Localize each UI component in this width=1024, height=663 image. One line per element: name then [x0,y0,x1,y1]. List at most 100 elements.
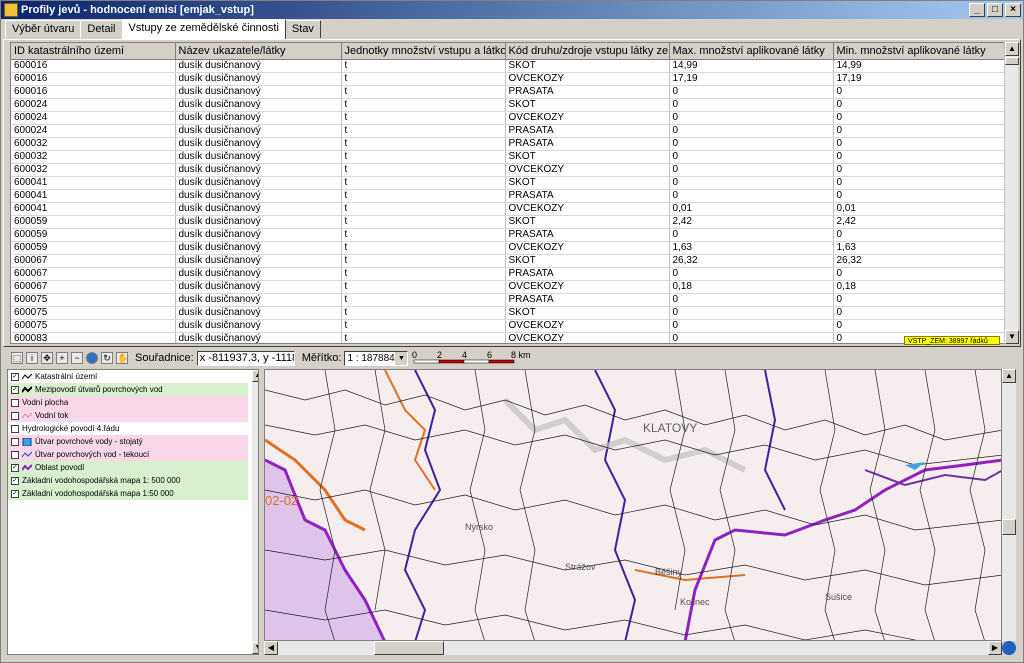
layer-label: Základní vodohospodářská mapa 1: 500 000 [22,476,181,485]
table-row[interactable]: 600041 dusík dusičnanový t OVCEKOZY 0,01 0,01 [11,202,1005,216]
map-vscroll-thumb[interactable] [1002,519,1016,535]
layer-checkbox[interactable]: ✓ [11,476,19,485]
table-row[interactable]: 600075 dusík dusičnanový t OVCEKOZY 0 0 [11,319,1005,333]
pan-move-icon[interactable]: ✥ [41,352,53,364]
grid-vertical-scrollbar[interactable]: ▲ ▼ [1004,42,1019,344]
data-grid[interactable]: ID katastrálního území Název ukazatele/l… [10,42,1006,344]
map-label-besiny: Běšiny [655,567,683,577]
table-row[interactable]: 600067 dusík dusičnanový t SKOT 26,32 26,32 [11,254,1005,268]
maximize-button[interactable]: □ [987,3,1003,17]
table-row[interactable]: 600024 dusík dusičnanový t OVCEKOZY 0 0 [11,111,1005,125]
table-row[interactable]: 600075 dusík dusičnanový t PRASATA 0 0 [11,293,1005,307]
table-row[interactable]: 600024 dusík dusičnanový t SKOT 0 0 [11,98,1005,112]
column-header-max[interactable]: Max. množství aplikované látky [669,43,834,60]
table-row[interactable]: 600083 dusík dusičnanový t OVCEKOZY 0 0 [11,332,1005,343]
info-tool-icon[interactable]: i [26,352,38,364]
layer-item[interactable]: ✓ Katastrální území [8,370,248,383]
chevron-down-icon[interactable]: ▼ [395,351,408,365]
select-tool-icon[interactable]: ⬚ [11,352,23,364]
layer-checkbox[interactable]: ✓ [11,372,19,381]
layer-checkbox[interactable] [11,450,19,459]
map-label-02-02: 02-02 [265,493,298,508]
table-row[interactable]: 600024 dusík dusičnanový t PRASATA 0 0 [11,124,1005,138]
app-window: Profily jevů - hodnocení emisí [emjak_vs… [0,0,1024,663]
layer-item[interactable]: Vodní tok [8,409,248,422]
table-cell: dusík dusičnanový [175,163,342,177]
layer-item[interactable]: Hydrologické povodí 4.řádu [8,422,248,435]
layer-checkbox[interactable] [11,424,19,433]
globe-icon[interactable] [1002,641,1016,655]
tab-detail[interactable]: Detail [80,20,123,38]
tab-stav[interactable]: Stav [284,20,321,38]
table-cell: SKOT [505,150,670,164]
scroll-down-arrow-icon[interactable]: ▼ [1005,330,1019,344]
tab-vyber-utvaru[interactable]: Výběr útvaru [5,20,82,38]
table-row[interactable]: 600067 dusík dusičnanový t PRASATA 0 0 [11,267,1005,281]
table-cell: 17,19 [669,72,834,86]
layer-checkbox[interactable] [11,411,19,420]
scroll-thumb[interactable] [1005,57,1019,65]
table-row[interactable]: 600059 dusík dusičnanový t SKOT 2,42 2,42 [11,215,1005,229]
table-row[interactable]: 600032 dusík dusičnanový t PRASATA 0 0 [11,137,1005,151]
hand-pan-icon[interactable]: ✋ [116,352,128,364]
map-hscroll-thumb[interactable] [374,641,444,655]
tab-vstupy-zemedelske[interactable]: Vstupy ze zemědělské činnosti [121,19,286,39]
column-header-nazev[interactable]: Název ukazatele/látky [175,43,342,60]
column-header-id[interactable]: ID katastrálního území [11,43,176,60]
map-view[interactable]: KLATOVY 02-02 Strážov Běšiny Kolinec Nýr… [264,369,1002,641]
globe-full-extent-icon[interactable] [86,352,98,364]
zoom-out-icon[interactable]: − [71,352,83,364]
table-cell: 600075 [11,293,176,307]
window-title: Profily jevů - hodnocení emisí [emjak_vs… [21,4,254,16]
layer-item[interactable]: ✓ Základní vodohospodářská mapa 1:50 000 [8,487,248,500]
scale-dropdown[interactable]: 1 : 187884 ▼ [344,350,409,366]
scale-value: 1 : 187884 [347,352,395,364]
column-header-kod[interactable]: Kód druhu/zdroje vstupu látky ze zem. [505,43,670,60]
scroll-up-arrow-icon[interactable]: ▲ [1005,42,1019,56]
map-canvas[interactable]: KLATOVY 02-02 Strážov Běšiny Kolinec Nýr… [265,370,1002,641]
layer-item[interactable]: Útvar povrchových vod - tekoucí [8,448,248,461]
zoom-in-icon[interactable]: + [56,352,68,364]
map-vertical-scrollbar[interactable]: ▲ [1002,369,1016,641]
table-row[interactable]: 600016 dusík dusičnanový t OVCEKOZY 17,19 17,… [11,72,1005,86]
table-row[interactable]: 600016 dusík dusičnanový t SKOT 14,99 14,99 [11,59,1005,73]
table-cell: dusík dusičnanový [175,319,342,333]
map-scroll-left-icon[interactable]: ◀ [264,641,278,655]
table-row[interactable]: 600075 dusík dusičnanový t SKOT 0 0 [11,306,1005,320]
table-row[interactable]: 600032 dusík dusičnanový t OVCEKOZY 0 0 [11,163,1005,177]
layer-item[interactable]: ✓ Oblast povodí [8,461,248,474]
table-row[interactable]: 600041 dusík dusičnanový t PRASATA 0 0 [11,189,1005,203]
table-cell: dusík dusičnanový [175,306,342,320]
layer-checkbox[interactable]: ✓ [11,489,19,498]
title-bar[interactable]: Profily jevů - hodnocení emisí [emjak_vs… [1,1,1023,19]
table-row[interactable]: 600041 dusík dusičnanový t SKOT 0 0 [11,176,1005,190]
map-scroll-up-icon[interactable]: ▲ [1002,369,1016,383]
layer-item[interactable]: ✓ Mezipovodí útvarů povrchových vod [8,383,248,396]
map-label-klatovy: KLATOVY [643,421,697,435]
close-button[interactable]: × [1005,3,1021,17]
layer-item[interactable]: ✓ Základní vodohospodářská mapa 1: 500 00… [8,474,248,487]
map-horizontal-scrollbar[interactable]: ◀ ▶ [264,641,1002,655]
column-header-min[interactable]: Min. množství aplikované látky [833,43,1005,60]
table-cell: 600041 [11,189,176,203]
legend-vertical-scrollbar[interactable]: ▲ ▼ [252,370,258,654]
legend-scroll-up-icon[interactable]: ▲ [252,370,258,382]
map-scroll-right-icon[interactable]: ▶ [988,641,1002,655]
table-row[interactable]: 600059 dusík dusičnanový t PRASATA 0 0 [11,228,1005,242]
layer-checkbox[interactable] [11,398,19,407]
minimize-button[interactable]: _ [969,3,985,17]
table-row[interactable]: 600032 dusík dusičnanový t SKOT 0 0 [11,150,1005,164]
layer-item[interactable]: Vodní plocha [8,396,248,409]
layer-checkbox[interactable]: ✓ [11,463,19,472]
layer-checkbox[interactable]: ✓ [11,385,19,394]
table-row[interactable]: 600067 dusík dusičnanový t OVCEKOZY 0,18 0,18 [11,280,1005,294]
table-row[interactable]: 600059 dusík dusičnanový t OVCEKOZY 1,63 1,63 [11,241,1005,255]
refresh-icon[interactable]: ↻ [101,352,113,364]
table-cell: t [341,137,506,151]
table-row[interactable]: 600016 dusík dusičnanový t PRASATA 0 0 [11,85,1005,99]
column-header-jednotky[interactable]: Jednotky množství vstupu a látkového [341,43,506,60]
layer-checkbox[interactable] [11,437,19,446]
table-cell: t [341,124,506,138]
legend-scroll-down-icon[interactable]: ▼ [252,642,258,654]
layer-item[interactable]: Útvar povrchové vody - stojatý [8,435,248,448]
